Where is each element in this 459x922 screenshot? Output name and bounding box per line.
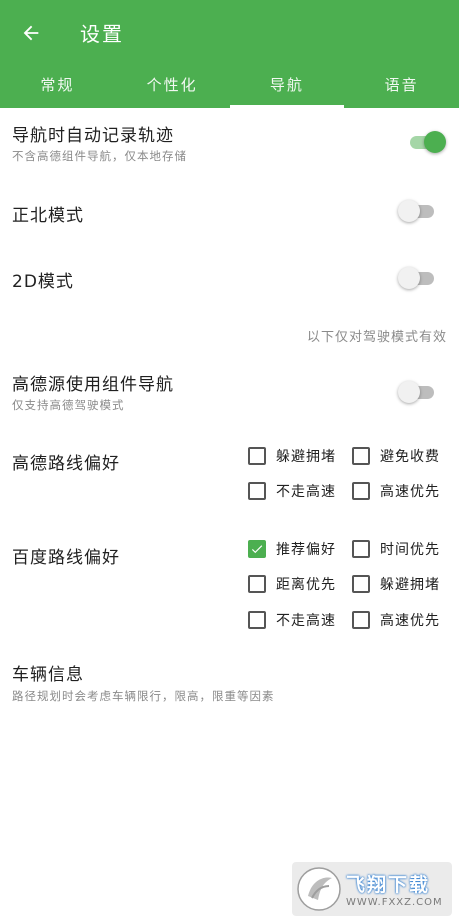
checkbox[interactable] xyxy=(248,611,266,629)
baidu-option-avoid-congestion[interactable]: 躲避拥堵 xyxy=(352,572,440,596)
driving-mode-note: 以下仅对驾驶模式有效 xyxy=(306,330,447,345)
setting-vehicle-info[interactable]: 车辆信息 路径规划时会考虑车辆限行，限高，限重等因素 xyxy=(0,650,459,710)
checkbox[interactable] xyxy=(248,540,266,558)
page-title: 设置 xyxy=(80,22,124,46)
vehicle-title: 车辆信息 xyxy=(12,665,84,685)
checkbox[interactable] xyxy=(352,540,370,558)
setting-auto-track[interactable]: 导航时自动记录轨迹 不含高德组件导航，仅本地存储 xyxy=(0,108,459,176)
baidu-option-time-first[interactable]: 时间优先 xyxy=(352,537,440,561)
checkbox[interactable] xyxy=(248,447,266,465)
site-watermark: 飞翔下载 WWW.FXXZ.COM xyxy=(292,862,452,916)
mode-2d-title: 2D模式 xyxy=(12,272,74,292)
auto-track-switch[interactable] xyxy=(404,131,446,153)
north-up-title: 正北模式 xyxy=(12,206,84,226)
option-label: 不走高速 xyxy=(276,613,336,629)
checkbox[interactable] xyxy=(352,611,370,629)
fxxz-logo-icon xyxy=(297,867,341,911)
setting-amap-component[interactable]: 高德源使用组件导航 仅支持高德驾驶模式 xyxy=(0,362,459,422)
checkbox[interactable] xyxy=(352,575,370,593)
tab-navigation[interactable]: 导航 xyxy=(229,62,345,108)
tab-label: 导航 xyxy=(269,76,304,94)
north-up-switch[interactable] xyxy=(398,200,438,222)
amap-component-subtitle: 仅支持高德驾驶模式 xyxy=(12,398,125,412)
option-label: 高速优先 xyxy=(380,613,440,629)
check-icon xyxy=(251,545,263,554)
option-label: 躲避拥堵 xyxy=(276,449,336,465)
amap-component-switch[interactable] xyxy=(398,381,438,403)
tab-voice[interactable]: 语音 xyxy=(344,62,459,108)
switch-thumb xyxy=(398,200,420,222)
baidu-option-recommended[interactable]: 推荐偏好 xyxy=(248,537,336,561)
watermark-domain: WWW.FXXZ.COM xyxy=(346,897,443,908)
option-label: 高速优先 xyxy=(380,484,440,500)
option-label: 躲避拥堵 xyxy=(380,577,440,593)
mode-2d-switch[interactable] xyxy=(398,267,438,289)
back-button[interactable] xyxy=(14,16,48,50)
app-bar: 设置 常规 个性化 导航 语音 xyxy=(0,0,459,108)
baidu-option-no-highway[interactable]: 不走高速 xyxy=(248,608,336,632)
amap-option-no-highway[interactable]: 不走高速 xyxy=(248,479,336,503)
switch-thumb xyxy=(398,267,420,289)
watermark-name: 飞翔下载 xyxy=(346,874,431,896)
switch-thumb xyxy=(398,381,420,403)
setting-north-up[interactable]: 正北模式 xyxy=(0,182,459,240)
tab-bar: 常规 个性化 导航 语音 xyxy=(0,62,459,108)
switch-thumb xyxy=(424,131,446,153)
amap-option-avoid-congestion[interactable]: 躲避拥堵 xyxy=(248,444,336,468)
amap-route-title: 高德路线偏好 xyxy=(12,454,120,474)
option-label: 距离优先 xyxy=(276,577,336,593)
checkbox[interactable] xyxy=(352,447,370,465)
amap-component-title: 高德源使用组件导航 xyxy=(12,375,174,395)
amap-option-highway-first[interactable]: 高速优先 xyxy=(352,479,440,503)
auto-track-title: 导航时自动记录轨迹 xyxy=(12,126,174,146)
baidu-option-distance-first[interactable]: 距离优先 xyxy=(248,572,336,596)
baidu-option-highway-first[interactable]: 高速优先 xyxy=(352,608,440,632)
tab-label: 常规 xyxy=(40,76,75,94)
option-label: 时间优先 xyxy=(380,542,440,558)
vehicle-subtitle: 路径规划时会考虑车辆限行，限高，限重等因素 xyxy=(12,689,275,703)
setting-2d-mode[interactable]: 2D模式 xyxy=(0,248,459,306)
tab-personalize[interactable]: 个性化 xyxy=(115,62,230,108)
arrow-left-icon xyxy=(23,25,39,41)
checkbox[interactable] xyxy=(248,575,266,593)
amap-option-avoid-toll[interactable]: 避免收费 xyxy=(352,444,440,468)
tab-label: 个性化 xyxy=(146,76,198,94)
option-label: 避免收费 xyxy=(380,449,440,465)
tab-general[interactable]: 常规 xyxy=(0,62,115,108)
auto-track-subtitle: 不含高德组件导航，仅本地存储 xyxy=(12,149,187,163)
tab-label: 语音 xyxy=(384,76,419,94)
option-label: 推荐偏好 xyxy=(276,542,336,558)
option-label: 不走高速 xyxy=(276,484,336,500)
checkbox[interactable] xyxy=(352,482,370,500)
checkbox[interactable] xyxy=(248,482,266,500)
baidu-route-title: 百度路线偏好 xyxy=(12,548,120,568)
